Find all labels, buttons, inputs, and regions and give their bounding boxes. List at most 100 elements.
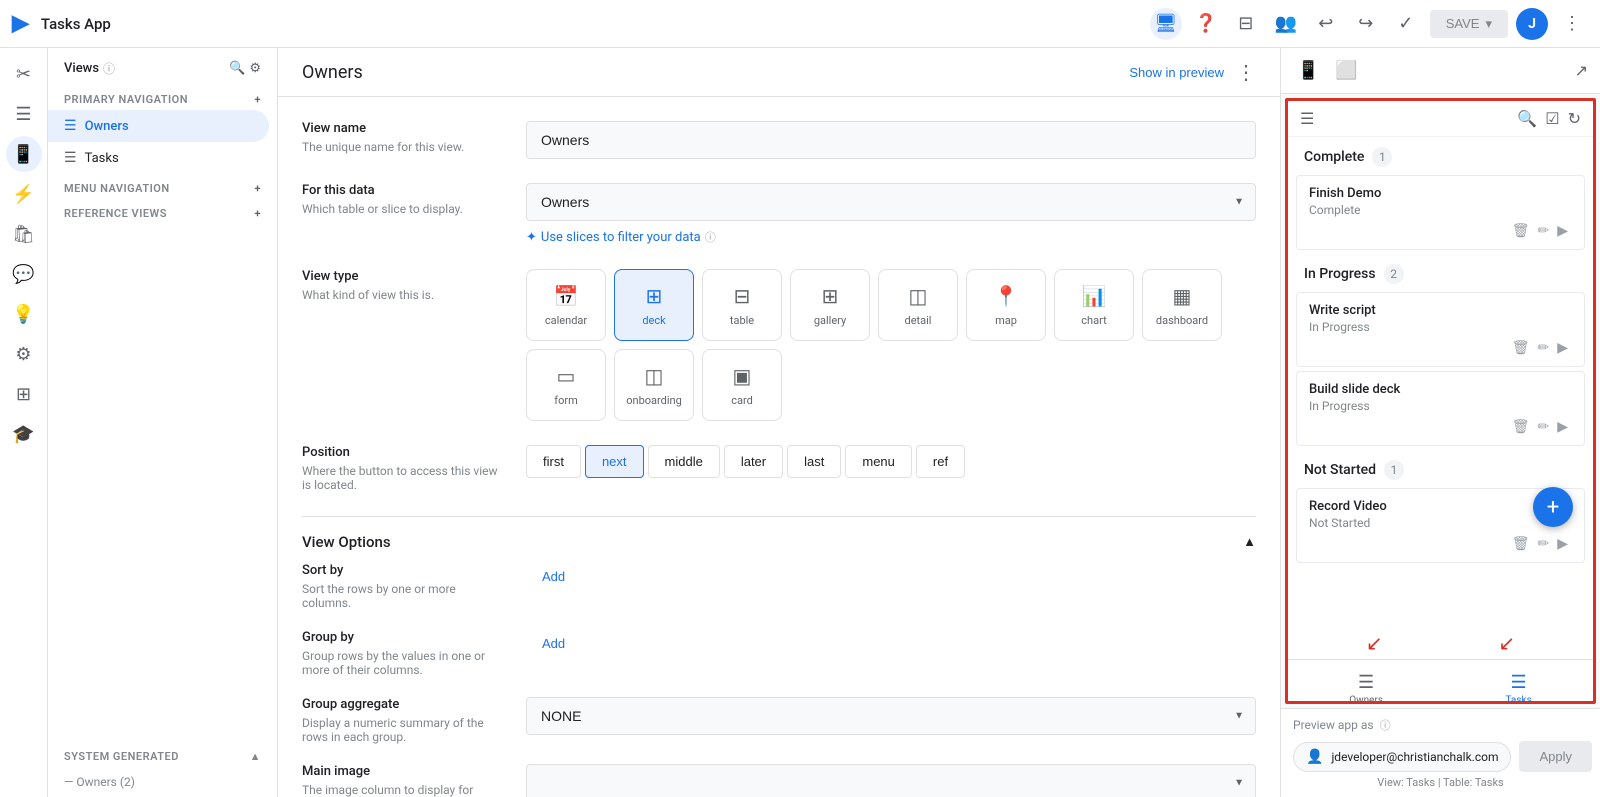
view-type-dashboard[interactable]: ▦ dashboard bbox=[1142, 269, 1222, 341]
main-image-select[interactable] bbox=[526, 764, 1256, 797]
bottom-nav-tasks[interactable]: ☰ Tasks bbox=[1490, 668, 1548, 704]
add-fab-button[interactable]: + bbox=[1533, 487, 1573, 527]
expand-card-icon-4[interactable]: ▶ bbox=[1557, 536, 1568, 552]
view-options-title: View Options bbox=[302, 533, 391, 551]
view-type-detail[interactable]: ◫ detail bbox=[878, 269, 958, 341]
save-button[interactable]: SAVE ▾ bbox=[1430, 10, 1508, 38]
view-type-onboarding[interactable]: ◫ onboarding bbox=[614, 349, 694, 421]
for-this-data-select[interactable]: Owners bbox=[526, 183, 1256, 221]
view-type-map[interactable]: 📍 map bbox=[966, 269, 1046, 341]
preview-refresh-icon[interactable]: ↻ bbox=[1568, 109, 1581, 128]
preview-menu-icon[interactable]: ☰ bbox=[1300, 109, 1314, 128]
use-slices-link[interactable]: ✦ Use slices to filter your data ⓘ bbox=[526, 229, 1256, 245]
red-arrows-row: ↙ ↙ bbox=[1288, 627, 1593, 659]
edit-card-icon-4[interactable]: ✏ bbox=[1537, 536, 1549, 552]
nav-icon-chat[interactable]: 💬 bbox=[6, 256, 42, 292]
delete-card-icon-3[interactable]: 🗑 bbox=[1512, 419, 1530, 435]
nav-icon-bolt[interactable]: ⚡ bbox=[6, 176, 42, 212]
show-in-preview-button[interactable]: Show in preview bbox=[1129, 65, 1224, 80]
view-options-header[interactable]: View Options ▲ bbox=[302, 517, 1256, 563]
main-image-label-col: Main image The image column to display f… bbox=[302, 764, 502, 797]
view-type-chart[interactable]: 📊 chart bbox=[1054, 269, 1134, 341]
view-type-row: View type What kind of view this is. 📅 c… bbox=[302, 269, 1256, 421]
preview-group-header-in-progress: In Progress 2 bbox=[1288, 254, 1593, 288]
delete-card-icon[interactable]: 🗑 bbox=[1512, 223, 1530, 239]
group-aggregate-select[interactable]: NONE bbox=[526, 697, 1256, 735]
add-people-icon-btn[interactable]: 👥 bbox=[1270, 8, 1302, 40]
nav-icon-shopping[interactable]: 🛍 bbox=[6, 216, 42, 252]
sidebar-item-owners[interactable]: ☰ Owners bbox=[48, 110, 269, 142]
view-type-calendar[interactable]: 📅 calendar bbox=[526, 269, 606, 341]
collapse-system-generated-icon[interactable]: ▲ bbox=[250, 750, 261, 763]
more-options-icon-btn[interactable]: ⋮ bbox=[1556, 8, 1588, 40]
delete-card-icon-2[interactable]: 🗑 bbox=[1512, 340, 1530, 356]
edit-card-icon-3[interactable]: ✏ bbox=[1537, 419, 1549, 435]
search-icon[interactable]: 🔍 bbox=[229, 61, 245, 76]
table-icon: ⊟ bbox=[734, 284, 751, 308]
preview-search-icon[interactable]: 🔍 bbox=[1517, 109, 1537, 128]
expand-card-icon-2[interactable]: ▶ bbox=[1557, 340, 1568, 356]
nav-icon-list[interactable]: ☰ bbox=[6, 96, 42, 132]
expand-card-icon[interactable]: ▶ bbox=[1557, 223, 1568, 239]
table-icon-btn[interactable]: ⊟ bbox=[1230, 8, 1262, 40]
content-more-options-icon[interactable]: ⋮ bbox=[1236, 60, 1256, 84]
tablet-device-icon[interactable]: ⬜ bbox=[1331, 56, 1361, 85]
bottom-nav-owners[interactable]: ☰ Owners bbox=[1333, 668, 1399, 704]
nav-icon-grid[interactable]: ⊞ bbox=[6, 376, 42, 412]
sort-by-sublabel: Sort the rows by one or more columns. bbox=[302, 582, 502, 610]
nav-icon-bulb[interactable]: 💡 bbox=[6, 296, 42, 332]
settings-icon[interactable]: ⚙ bbox=[249, 61, 261, 76]
nav-icon-settings[interactable]: ⚙ bbox=[6, 336, 42, 372]
position-menu-btn[interactable]: menu bbox=[845, 445, 912, 478]
view-type-table[interactable]: ⊟ table bbox=[702, 269, 782, 341]
add-menu-nav-icon[interactable]: + bbox=[254, 182, 261, 195]
expand-preview-icon[interactable]: ↗ bbox=[1575, 61, 1588, 80]
avatar[interactable]: J bbox=[1516, 8, 1548, 40]
sidebar-item-tasks[interactable]: ☰ Tasks bbox=[48, 142, 269, 174]
view-type-deck[interactable]: ⊞ deck bbox=[614, 269, 694, 341]
sidebar-item-owners-bottom[interactable]: — Owners (2) bbox=[48, 767, 269, 797]
preview-card-build-slide: Build slide deck In Progress 🗑 ✏ ▶ bbox=[1296, 371, 1585, 446]
position-last-btn[interactable]: last bbox=[787, 445, 841, 478]
mobile-device-icon[interactable]: 📱 bbox=[1293, 56, 1323, 85]
expand-card-icon-3[interactable]: ▶ bbox=[1557, 419, 1568, 435]
preview-card-finish-demo: Finish Demo Complete 🗑 ✏ ▶ bbox=[1296, 175, 1585, 250]
view-options-collapse-icon: ▲ bbox=[1243, 534, 1256, 550]
view-type-form[interactable]: ▭ form bbox=[526, 349, 606, 421]
preview-app-as-info-icon: ⓘ bbox=[1380, 717, 1391, 733]
check-icon-btn[interactable]: ✓ bbox=[1390, 8, 1422, 40]
red-arrow-owners: ↙ bbox=[1366, 631, 1383, 655]
view-type-gallery[interactable]: ⊞ gallery bbox=[790, 269, 870, 341]
add-primary-nav-icon[interactable]: + bbox=[254, 93, 261, 106]
view-type-card[interactable]: ▣ card bbox=[702, 349, 782, 421]
position-next-btn[interactable]: next bbox=[585, 445, 644, 478]
apply-button[interactable]: Apply bbox=[1519, 741, 1592, 772]
edit-card-icon-2[interactable]: ✏ bbox=[1537, 340, 1549, 356]
undo-icon-btn[interactable]: ↩ bbox=[1310, 8, 1342, 40]
position-middle-btn[interactable]: middle bbox=[648, 445, 720, 478]
view-name-input[interactable] bbox=[526, 121, 1256, 159]
for-this-data-row: For this data Which table or slice to di… bbox=[302, 183, 1256, 245]
position-label-col: Position Where the button to access this… bbox=[302, 445, 502, 492]
position-ref-btn[interactable]: ref bbox=[916, 445, 965, 478]
sidebar-system-generated-label: SYSTEM GENERATED ▲ bbox=[48, 742, 277, 767]
add-reference-views-icon[interactable]: + bbox=[254, 207, 261, 220]
edit-card-icon[interactable]: ✏ bbox=[1537, 223, 1549, 239]
sort-by-add-button[interactable]: Add bbox=[526, 563, 581, 590]
help-icon-btn[interactable]: ❓ bbox=[1190, 8, 1222, 40]
preview-card-actions-build-slide: 🗑 ✏ ▶ bbox=[1309, 413, 1572, 435]
group-by-add-button[interactable]: Add bbox=[526, 630, 581, 657]
preview-checkbox-icon[interactable]: ☑ bbox=[1545, 109, 1559, 128]
nav-icon-graduation[interactable]: 🎓 bbox=[6, 416, 42, 452]
group-aggregate-label: Group aggregate bbox=[302, 697, 502, 712]
for-this-data-label-col: For this data Which table or slice to di… bbox=[302, 183, 502, 216]
position-later-btn[interactable]: later bbox=[724, 445, 783, 478]
monitor-icon-btn[interactable]: 🖥 bbox=[1150, 8, 1182, 40]
position-first-btn[interactable]: first bbox=[526, 445, 581, 478]
nav-icon-brush[interactable]: ✂ bbox=[6, 56, 42, 92]
redo-icon-btn[interactable]: ↪ bbox=[1350, 8, 1382, 40]
for-this-data-input-col: Owners ✦ Use slices to filter your data … bbox=[526, 183, 1256, 245]
gallery-icon: ⊞ bbox=[822, 284, 839, 308]
nav-icon-phone[interactable]: 📱 bbox=[6, 136, 42, 172]
delete-card-icon-4[interactable]: 🗑 bbox=[1512, 536, 1530, 552]
